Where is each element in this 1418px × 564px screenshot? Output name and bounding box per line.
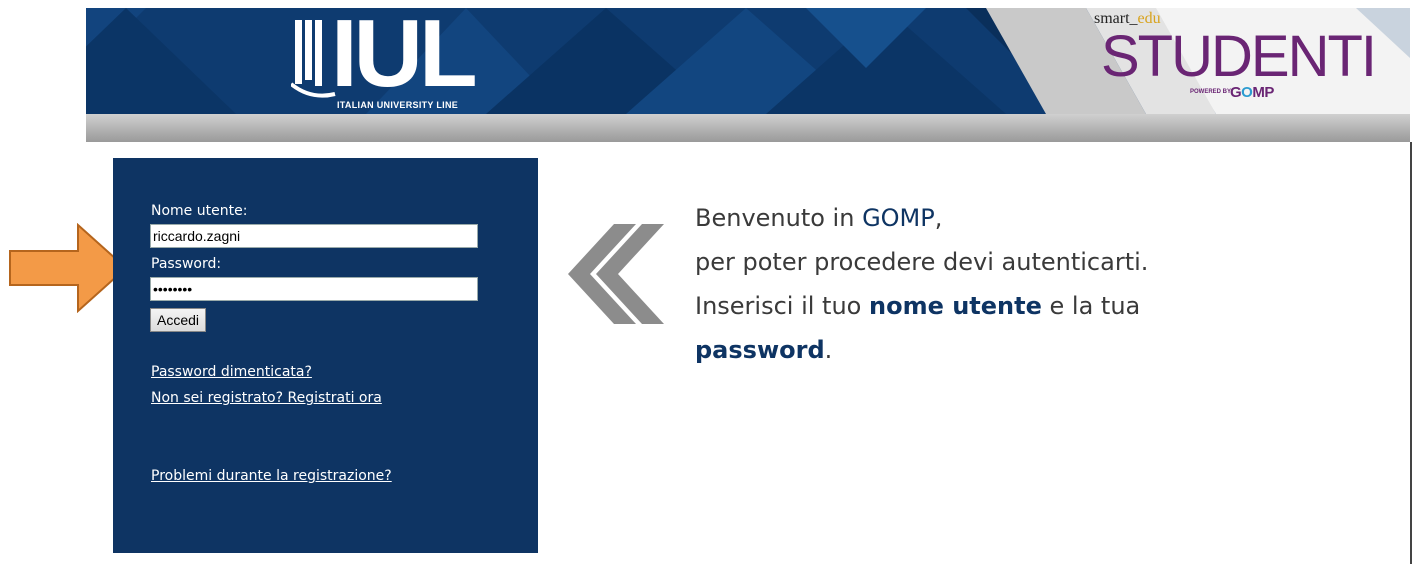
right-border [1410, 142, 1412, 564]
welcome-line-1: Benvenuto in GOMP, [695, 204, 943, 232]
header-divider-bar [86, 114, 1410, 142]
username-label: Nome utente: [151, 203, 248, 219]
gomp-name: GOMP [862, 204, 935, 232]
gomp-logo: GOMP [1230, 84, 1274, 101]
registration-problems-link[interactable]: Problemi durante la registrazione? [151, 469, 392, 483]
password-field[interactable] [150, 277, 478, 301]
login-button[interactable]: Accedi [150, 308, 207, 332]
iul-logo: IUL ITALIAN UNIVERSITY LINE [291, 8, 491, 114]
double-chevron-left-icon [568, 224, 664, 324]
brand-powered-by: POWERED BY [1190, 89, 1232, 95]
welcome-line-3: Inserisci il tuo nome utente e la tua [695, 292, 1141, 320]
logo-tagline: ITALIAN UNIVERSITY LINE [337, 100, 459, 110]
welcome-message: Benvenuto in GOMP, per poter procedere d… [695, 196, 1148, 372]
logo-text: IUL [331, 8, 478, 107]
password-label: Password: [151, 256, 222, 272]
username-field[interactable] [150, 224, 478, 248]
login-panel: Nome utente: Password: Accedi Password d… [113, 158, 538, 553]
welcome-line-4: password. [695, 336, 833, 364]
forgot-password-link[interactable]: Password dimenticata? [151, 365, 312, 379]
welcome-line-2: per poter procedere devi autenticarti. [695, 248, 1149, 276]
register-link[interactable]: Non sei registrato? Registrati ora [151, 391, 382, 405]
brand-title: STUDENTI [1101, 24, 1377, 89]
